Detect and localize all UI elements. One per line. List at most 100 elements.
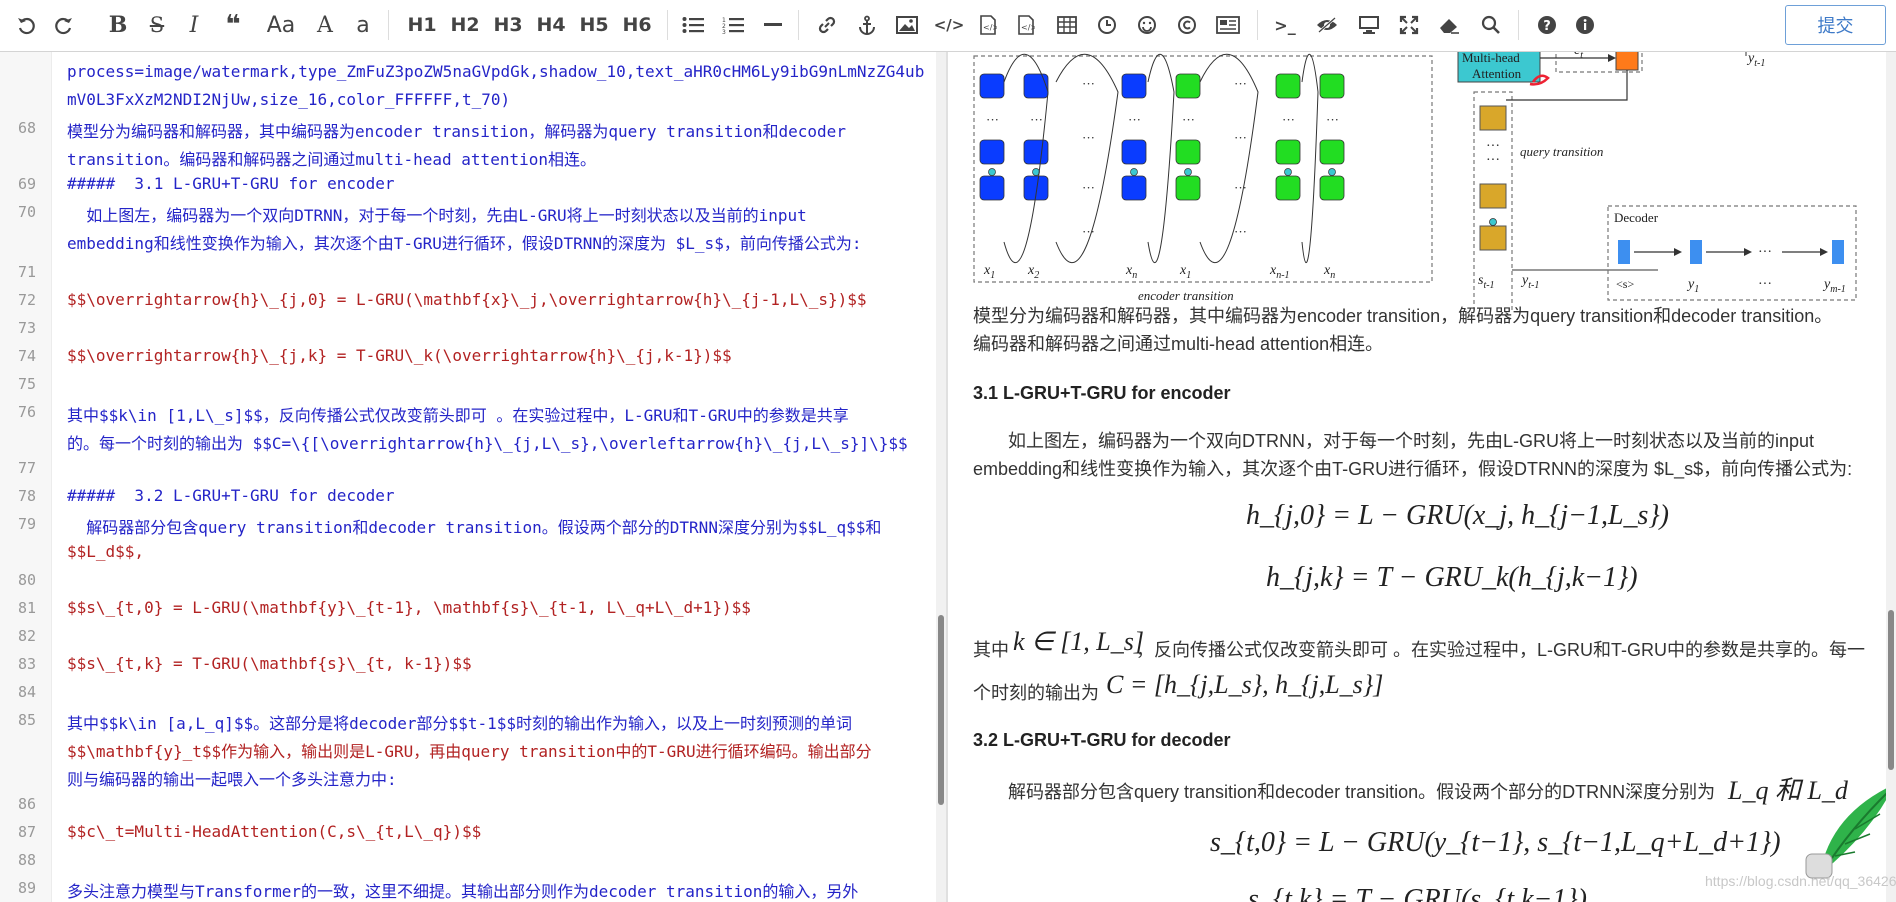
- ordered-list-icon[interactable]: 123: [720, 8, 746, 42]
- encoder-node: [1121, 175, 1147, 201]
- editor-line[interactable]: 解码器部分包含query transition和decoder transiti…: [67, 514, 881, 538]
- line-number: 82: [17, 627, 36, 645]
- emoji-icon[interactable]: [1134, 8, 1160, 42]
- terminal-icon[interactable]: >_: [1272, 8, 1298, 42]
- editor-line[interactable]: embedding和线性变换作为输入，其次逐个由T-GRU进行循环，假设DTRN…: [67, 230, 861, 254]
- search-icon[interactable]: [1478, 8, 1504, 42]
- hide-preview-icon[interactable]: [1314, 8, 1340, 42]
- eraser-icon[interactable]: [1436, 8, 1462, 42]
- copyright-icon[interactable]: [1174, 8, 1200, 42]
- yt1-top-label: yt-1: [1746, 52, 1765, 69]
- encoder-node: [1121, 139, 1147, 165]
- code-block-icon[interactable]: </>: [1014, 8, 1038, 42]
- code-file-icon[interactable]: </>: [976, 8, 1000, 42]
- encoder-dots: ···: [1182, 112, 1195, 127]
- quote-icon[interactable]: ❝: [220, 8, 246, 42]
- encoder-dots: ···: [1234, 76, 1247, 91]
- line-number: 74: [17, 347, 36, 365]
- editor-line[interactable]: $$L_d$$,: [67, 542, 144, 561]
- editor-line[interactable]: transition。编码器和解码器之间通过multi-head attenti…: [67, 146, 596, 170]
- editor-line[interactable]: 的。每一个时刻的输出为 $$C=\{[\overrightarrow{h}\_{…: [67, 430, 908, 454]
- help-icon[interactable]: ?: [1534, 8, 1560, 42]
- image-icon[interactable]: [894, 8, 920, 42]
- heading-3-button[interactable]: H3: [492, 8, 524, 42]
- heading-1-button[interactable]: H1: [406, 8, 438, 42]
- encoder-node: [1275, 139, 1301, 165]
- heading-4-button[interactable]: H4: [535, 8, 567, 42]
- submit-button[interactable]: 提交: [1785, 5, 1886, 45]
- encoder-junction: [1184, 168, 1192, 176]
- paragraph-intro-line1: 模型分为编码器和解码器，其中编码器为encoder transition，解码器…: [973, 306, 1833, 326]
- encoder-x-label: xn: [1323, 263, 1335, 281]
- encoder-dots: ···: [1234, 224, 1247, 239]
- preview-scrollbar[interactable]: [1886, 52, 1896, 902]
- code-icon[interactable]: </>: [934, 8, 965, 42]
- editor-line[interactable]: process=image/watermark,type_ZmFuZ3poZW5…: [67, 62, 924, 81]
- strikethrough-icon[interactable]: S: [146, 8, 168, 42]
- link-icon[interactable]: [814, 8, 840, 42]
- editor-line[interactable]: 则与编码器的输出一起喂入一个多头注意力中:: [67, 766, 397, 790]
- desktop-preview-icon[interactable]: [1356, 8, 1382, 42]
- attention-label-1: Multi-head: [1462, 52, 1520, 65]
- editor-line[interactable]: 其中$$k\in [1,L\_s]$$，反向传播公式仅改变箭头即可 。在实验过程…: [67, 402, 849, 426]
- editor-line[interactable]: ##### 3.1 L-GRU+T-GRU for encoder: [67, 174, 395, 193]
- bold-icon[interactable]: B: [106, 8, 130, 42]
- editor-line[interactable]: mV0L3FxXzM2NDI2NjUw,size_16,color_FFFFFF…: [67, 90, 510, 109]
- encoder-dots: ···: [1128, 112, 1141, 127]
- editor-line[interactable]: $$\mathbf{y}_t$$作为输入，输出则是L-GRU，再由query t…: [67, 738, 872, 762]
- watermark-url: https://blog.csdn.net/qq_36426650: [1705, 873, 1896, 889]
- line-number: 86: [17, 795, 36, 813]
- page-break-icon[interactable]: [1214, 8, 1242, 42]
- redo-icon[interactable]: [50, 8, 78, 42]
- svg-text:3: 3: [722, 29, 726, 34]
- table-icon[interactable]: [1054, 8, 1080, 42]
- horizontal-rule-icon[interactable]: [760, 8, 786, 42]
- svg-text:?: ?: [1543, 19, 1551, 34]
- markdown-editor[interactable]: process=image/watermark,type_ZmFuZ3poZW5…: [0, 52, 945, 902]
- editor-line[interactable]: ##### 3.2 L-GRU+T-GRU for decoder: [67, 486, 395, 505]
- editor-line[interactable]: $$\overrightarrow{h}\_{j,0} = L-GRU(\mat…: [67, 290, 867, 309]
- line-number: 79: [17, 515, 36, 533]
- line-number: 83: [17, 655, 36, 673]
- line-number: 77: [17, 459, 36, 477]
- lowercase-icon[interactable]: a: [352, 8, 374, 42]
- encoder-x-label: xn-1: [1269, 263, 1290, 281]
- encoder-node: [1175, 139, 1201, 165]
- inline-math-k-range: k ∈ [1, L_s]: [1013, 627, 1145, 656]
- encoder-transition-label: encoder transition: [1138, 288, 1234, 303]
- encoder-dots: ···: [1082, 130, 1095, 145]
- preview-scrollbar-thumb[interactable]: [1888, 610, 1894, 770]
- heading-6-button[interactable]: H6: [621, 8, 653, 42]
- heading-2-button[interactable]: H2: [449, 8, 481, 42]
- encoder-node: [979, 175, 1005, 201]
- encoder-dots: ···: [1282, 112, 1295, 127]
- line-number: 81: [17, 599, 36, 617]
- encoder-junction: [1284, 168, 1292, 176]
- line-number: 85: [17, 711, 36, 729]
- fullscreen-icon[interactable]: [1396, 8, 1422, 42]
- toolbar-divider: [1518, 10, 1519, 40]
- editor-scrollbar-thumb[interactable]: [938, 615, 944, 805]
- editor-line[interactable]: $$s\_{t,k} = T-GRU(\mathbf{s}\_{t, k-1})…: [67, 654, 472, 673]
- encoder-node: [1175, 175, 1201, 201]
- italic-icon[interactable]: I: [184, 8, 204, 42]
- editor-line[interactable]: 模型分为编码器和解码器，其中编码器为encoder transition，解码器…: [67, 118, 846, 142]
- encoder-loop-curve: [1199, 53, 1259, 263]
- editor-line[interactable]: $$c\_t=Multi-HeadAttention(C,s\_{t,L\_q}…: [67, 822, 481, 841]
- editor-line[interactable]: $$s\_{t,0} = L-GRU(\mathbf{y}\_{t-1}, \m…: [67, 598, 751, 617]
- clock-icon[interactable]: [1094, 8, 1120, 42]
- editor-line[interactable]: 如上图左，编码器为一个双向DTRNN，对于每一个时刻，先由L-GRU将上一时刻状…: [67, 202, 807, 226]
- font-size-icon[interactable]: Aa: [264, 8, 298, 42]
- editor-line[interactable]: $$\overrightarrow{h}\_{j,k} = T-GRU\_k(\…: [67, 346, 732, 365]
- uppercase-icon[interactable]: A: [314, 8, 336, 42]
- editor-line[interactable]: 其中$$k\in [a,L_q]$$。这部分是将decoder部分$$t-1$$…: [67, 710, 852, 734]
- encoder-node: [1319, 73, 1345, 99]
- unordered-list-icon[interactable]: [680, 8, 706, 42]
- anchor-icon[interactable]: [854, 8, 880, 42]
- heading-5-button[interactable]: H5: [578, 8, 610, 42]
- info-icon[interactable]: [1572, 8, 1598, 42]
- attention-label-2: Attention: [1472, 66, 1522, 81]
- st1-label: st-1: [1478, 273, 1495, 291]
- undo-icon[interactable]: [12, 8, 40, 42]
- editor-line[interactable]: 多头注意力模型与Transformer的一致，这里不细提。其输出部分则作为dec…: [67, 878, 858, 902]
